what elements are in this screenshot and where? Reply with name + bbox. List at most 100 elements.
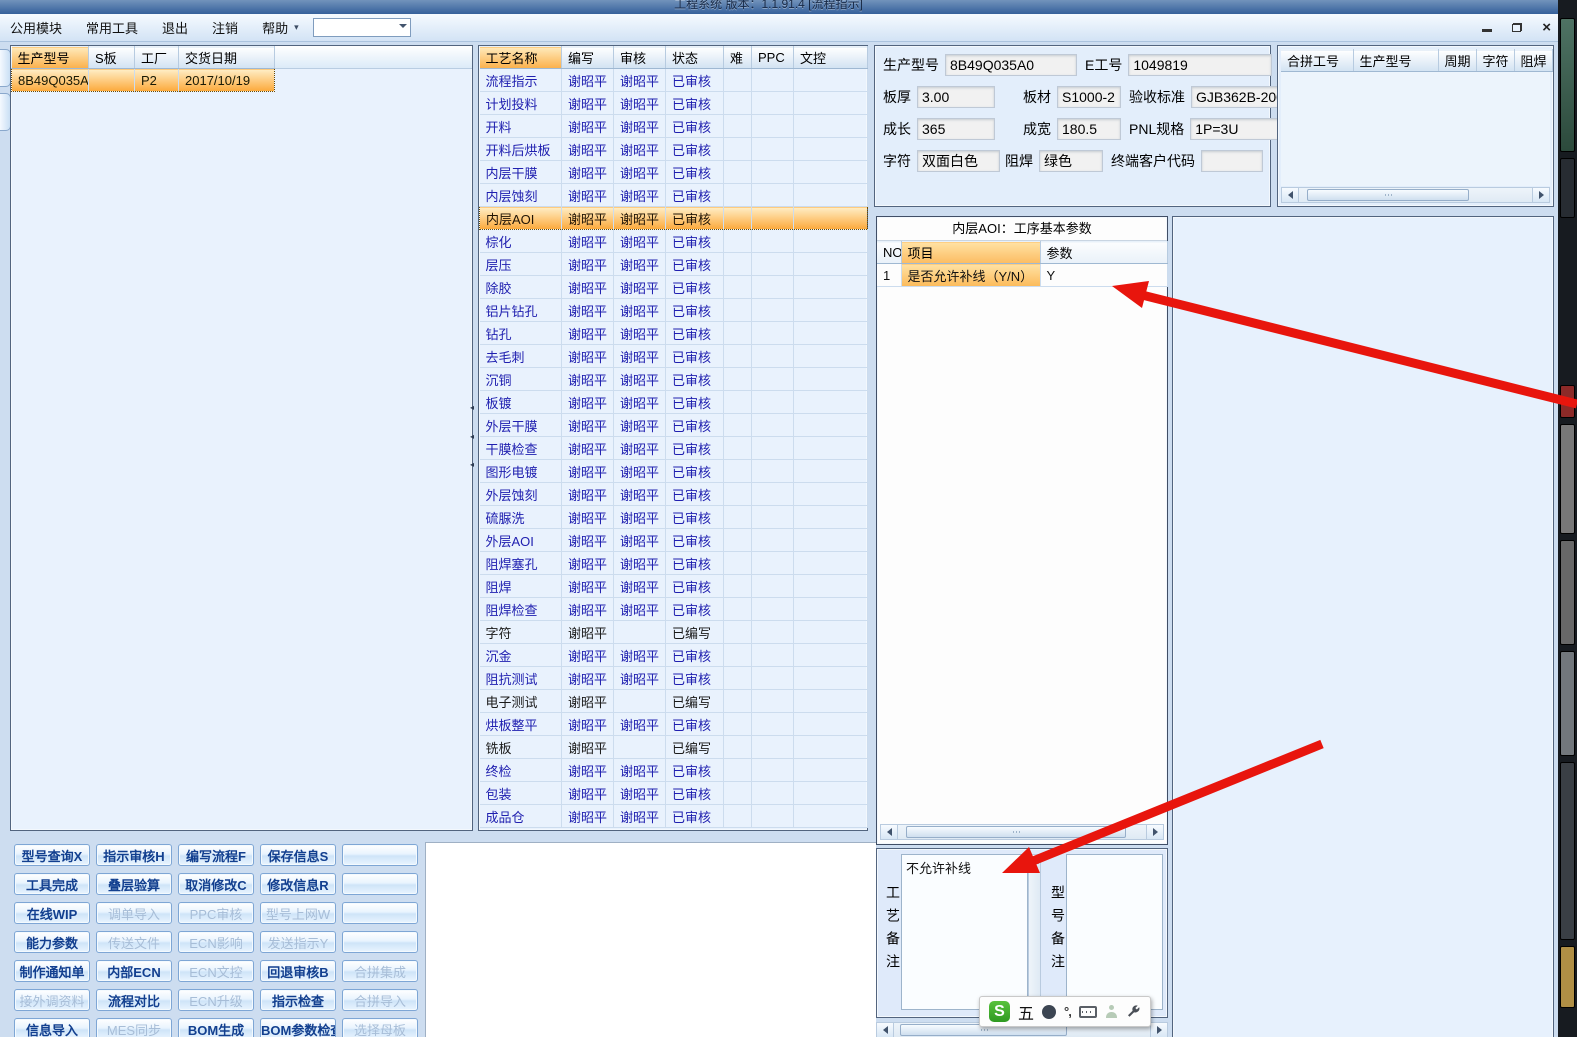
status-cell[interactable]: 已审核 xyxy=(665,459,724,483)
s-board-cell[interactable] xyxy=(88,68,135,92)
action-button[interactable]: 制作通知单 xyxy=(14,960,90,982)
action-button[interactable]: 叠层验算 xyxy=(96,873,172,895)
writer-cell[interactable]: 谢昭平 xyxy=(561,666,614,690)
process-row[interactable]: 成品仓 谢昭平 谢昭平 已审核 xyxy=(479,804,868,828)
process-name-cell[interactable]: 外层干膜 xyxy=(479,413,562,437)
doc-control-cell[interactable] xyxy=(793,413,868,437)
ppc-cell[interactable] xyxy=(751,137,794,161)
action-button[interactable]: 选择母板 xyxy=(342,1018,418,1037)
wubi-mode-icon[interactable]: 五 xyxy=(1018,1000,1034,1024)
auditor-cell[interactable]: 谢昭平 xyxy=(613,459,666,483)
action-button[interactable]: 内部ECN xyxy=(96,960,172,982)
auditor-cell[interactable]: 谢昭平 xyxy=(613,344,666,368)
action-button[interactable] xyxy=(342,844,418,866)
remarks-vertical-scrollbar[interactable] xyxy=(1028,854,1041,1010)
writer-cell[interactable]: 谢昭平 xyxy=(561,551,614,575)
auditor-cell[interactable]: 谢昭平 xyxy=(613,183,666,207)
process-row[interactable]: 计划投料 谢昭平 谢昭平 已审核 xyxy=(479,91,868,115)
difficulty-cell[interactable] xyxy=(723,551,752,575)
doc-control-cell[interactable] xyxy=(793,459,868,483)
action-button[interactable]: MES同步 xyxy=(96,1018,172,1037)
writer-cell[interactable]: 谢昭平 xyxy=(561,344,614,368)
process-row[interactable]: 铝片钻孔 谢昭平 谢昭平 已审核 xyxy=(479,298,868,322)
status-cell[interactable]: 已审核 xyxy=(665,367,724,391)
col-header-cycle[interactable]: 周期 xyxy=(1438,49,1477,72)
splitter-arrow-icon[interactable]: ◂ xyxy=(470,403,478,412)
process-row[interactable]: 干膜检查 谢昭平 谢昭平 已审核 xyxy=(479,436,868,460)
finished-length-field[interactable]: 365 xyxy=(917,117,995,140)
auditor-cell[interactable]: 谢昭平 xyxy=(613,252,666,276)
difficulty-cell[interactable] xyxy=(723,712,752,736)
ppc-cell[interactable] xyxy=(751,91,794,115)
auditor-cell[interactable]: 谢昭平 xyxy=(613,482,666,506)
action-button[interactable]: 回退审核B xyxy=(260,960,336,982)
process-name-cell[interactable]: 计划投料 xyxy=(479,91,562,115)
doc-control-cell[interactable] xyxy=(793,344,868,368)
action-button[interactable]: 型号上网W xyxy=(260,902,336,924)
auditor-cell[interactable]: 谢昭平 xyxy=(613,413,666,437)
factory-cell[interactable]: P2 xyxy=(134,68,179,92)
difficulty-cell[interactable] xyxy=(723,160,752,184)
difficulty-cell[interactable] xyxy=(723,390,752,414)
process-row[interactable]: 图形电镀 谢昭平 谢昭平 已审核 xyxy=(479,459,868,483)
col-header-doc-control[interactable]: 文控 xyxy=(793,46,868,69)
writer-cell[interactable]: 谢昭平 xyxy=(561,91,614,115)
action-button[interactable]: 合拼导入 xyxy=(342,989,418,1011)
difficulty-cell[interactable] xyxy=(723,643,752,667)
status-cell[interactable]: 已审核 xyxy=(665,804,724,828)
writer-cell[interactable]: 谢昭平 xyxy=(561,137,614,161)
ppc-cell[interactable] xyxy=(751,666,794,690)
difficulty-cell[interactable] xyxy=(723,758,752,782)
status-cell[interactable]: 已编写 xyxy=(665,689,724,713)
auditor-cell[interactable]: 谢昭平 xyxy=(613,666,666,690)
status-cell[interactable]: 已审核 xyxy=(665,91,724,115)
status-cell[interactable]: 已审核 xyxy=(665,666,724,690)
doc-control-cell[interactable] xyxy=(793,689,868,713)
full-half-shape-icon[interactable] xyxy=(1042,1004,1057,1019)
action-button[interactable]: 在线WIP xyxy=(14,902,90,924)
param-no-cell[interactable]: 1 xyxy=(877,263,902,287)
doc-control-cell[interactable] xyxy=(793,367,868,391)
process-row[interactable]: 终检 谢昭平 谢昭平 已审核 xyxy=(479,758,868,782)
ppc-cell[interactable] xyxy=(751,390,794,414)
status-cell[interactable]: 已审核 xyxy=(665,321,724,345)
process-name-cell[interactable]: 开料后烘板 xyxy=(479,137,562,161)
status-cell[interactable]: 已审核 xyxy=(665,252,724,276)
ppc-cell[interactable] xyxy=(751,252,794,276)
difficulty-cell[interactable] xyxy=(723,321,752,345)
status-cell[interactable]: 已审核 xyxy=(665,482,724,506)
writer-cell[interactable]: 谢昭平 xyxy=(561,413,614,437)
menu-item-exit[interactable]: 退出 xyxy=(162,18,188,37)
quick-select-combobox[interactable] xyxy=(312,18,411,37)
process-name-cell[interactable]: 阻焊检查 xyxy=(479,597,562,621)
process-name-cell[interactable]: 内层AOI xyxy=(479,206,562,230)
auditor-cell[interactable]: 谢昭平 xyxy=(613,597,666,621)
writer-cell[interactable]: 谢昭平 xyxy=(561,252,614,276)
auditor-cell[interactable]: 谢昭平 xyxy=(613,781,666,805)
auditor-cell[interactable] xyxy=(613,689,666,713)
auditor-cell[interactable]: 谢昭平 xyxy=(613,758,666,782)
action-button[interactable]: 发送指示Y xyxy=(260,931,336,953)
scroll-right-icon[interactable] xyxy=(1146,825,1163,839)
difficulty-cell[interactable] xyxy=(723,459,752,483)
auditor-cell[interactable]: 谢昭平 xyxy=(613,643,666,667)
col-header-value[interactable]: 参数 xyxy=(1040,241,1168,264)
process-row[interactable]: 钻孔 谢昭平 谢昭平 已审核 xyxy=(479,321,868,345)
process-name-cell[interactable]: 包装 xyxy=(479,781,562,805)
col-header-writer[interactable]: 编写 xyxy=(561,46,614,69)
model-number-field[interactable]: 8B49Q035A0 xyxy=(945,53,1077,76)
process-row[interactable]: 内层干膜 谢昭平 谢昭平 已审核 xyxy=(479,160,868,184)
ppc-cell[interactable] xyxy=(751,275,794,299)
status-cell[interactable]: 已审核 xyxy=(665,574,724,598)
process-name-cell[interactable]: 字符 xyxy=(479,620,562,644)
param-row[interactable]: 1 是否允许补线（Y/N） Y xyxy=(877,263,1168,287)
process-name-cell[interactable]: 阻焊塞孔 xyxy=(479,551,562,575)
difficulty-cell[interactable] xyxy=(723,252,752,276)
ppc-cell[interactable] xyxy=(751,114,794,138)
writer-cell[interactable]: 谢昭平 xyxy=(561,482,614,506)
doc-control-cell[interactable] xyxy=(793,482,868,506)
doc-control-cell[interactable] xyxy=(793,91,868,115)
ppc-cell[interactable] xyxy=(751,505,794,529)
doc-control-cell[interactable] xyxy=(793,252,868,276)
difficulty-cell[interactable] xyxy=(723,183,752,207)
